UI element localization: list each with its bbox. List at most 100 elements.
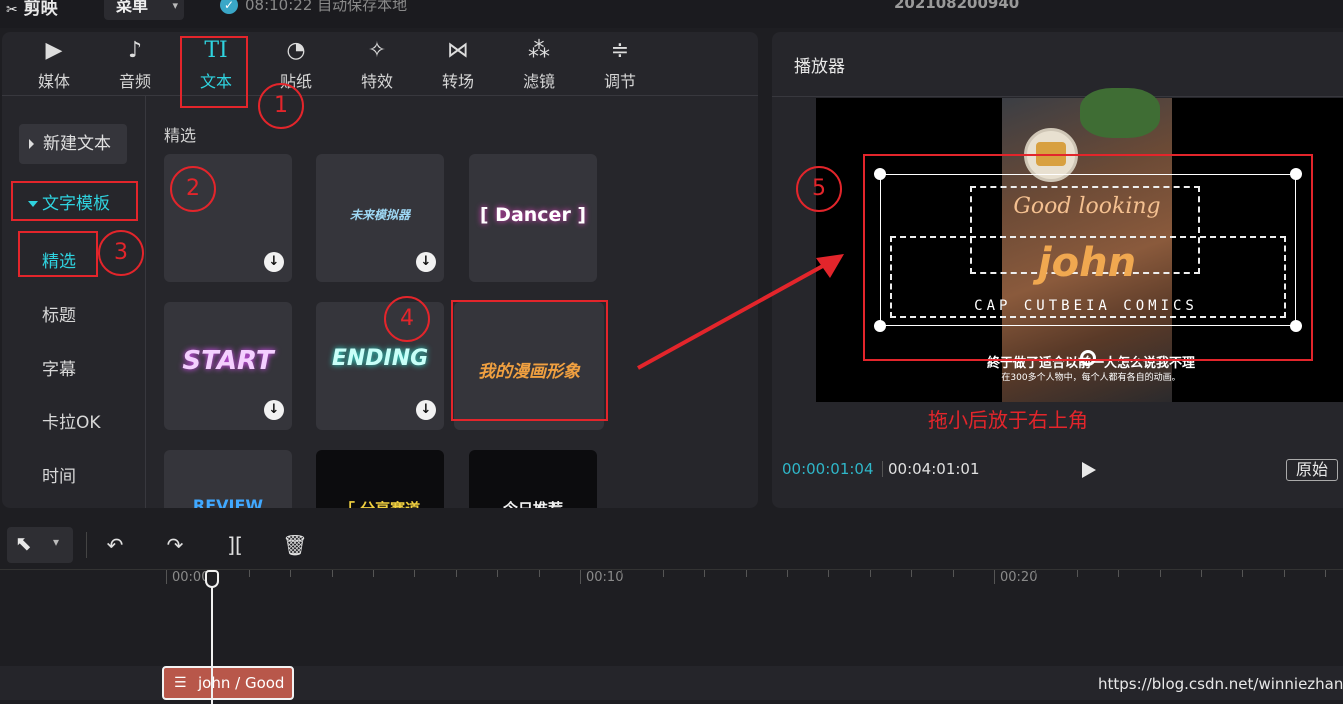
app-logo: ✂ 剪映 — [6, 0, 58, 19]
tab-effects[interactable]: ✧ 特效 — [337, 36, 417, 96]
ruler-tick — [538, 570, 540, 577]
play-icon[interactable] — [1082, 462, 1096, 478]
template-card[interactable]: START ↓ — [164, 302, 292, 430]
annotation-box-2 — [11, 181, 138, 221]
annotation-box-3 — [18, 231, 98, 277]
ruler-tick — [704, 570, 706, 577]
sidebar-item-title[interactable]: 标题 — [42, 301, 76, 326]
tab-adjust[interactable]: ≑ 调节 — [580, 36, 660, 96]
template-card[interactable]: [ Dancer ] — [469, 154, 597, 282]
menu-button[interactable]: 菜单 ▾ — [104, 0, 184, 20]
tab-media[interactable]: ▶ 媒体 — [14, 36, 94, 96]
autosave-status: 08:10:22 自动保存本地 — [245, 0, 408, 14]
ruler-tick — [911, 570, 913, 577]
ruler-tick — [621, 570, 623, 577]
divider — [882, 461, 883, 477]
template-card[interactable]: 今日推荐 — [469, 450, 597, 508]
ruler-tick — [952, 570, 954, 577]
ruler-tick — [662, 570, 664, 577]
split-icon[interactable]: ][ — [220, 530, 250, 560]
chevron-down-icon: ▾ — [172, 0, 178, 12]
ruler-tick — [580, 570, 581, 584]
ruler-tick — [1325, 570, 1327, 577]
adjust-icon: ≑ — [610, 38, 630, 63]
ruler-tick — [1201, 570, 1202, 577]
select-tool-button[interactable]: ⬉ ▾ — [7, 527, 73, 563]
text-clip-icon: ☰ — [174, 675, 187, 691]
cursor-icon: ⬉ — [15, 531, 32, 555]
redo-icon[interactable]: ↷ — [160, 530, 190, 560]
tab-transition[interactable]: ⋈ 转场 — [418, 36, 498, 96]
media-icon: ▶ — [45, 38, 63, 63]
playhead-handle[interactable] — [205, 570, 219, 588]
ruler-tick — [1118, 570, 1120, 577]
annotation-number: 5 — [796, 166, 842, 212]
time-ruler[interactable]: 00:00 00:10 00:20 — [0, 570, 1343, 590]
tab-filter[interactable]: ⁂ 滤镜 — [499, 36, 579, 96]
ruler-tick — [414, 570, 416, 577]
sticker-icon: ◔ — [286, 38, 306, 63]
watermark: https://blog.csdn.net/winniezhang — [1098, 675, 1343, 693]
ruler-tick — [290, 570, 292, 577]
ruler-tick — [497, 570, 499, 577]
sidebar-item-time[interactable]: 时间 — [42, 462, 76, 487]
transition-icon: ⋈ — [447, 38, 469, 63]
sidebar-item-subtitle[interactable]: 字幕 — [42, 355, 76, 380]
download-icon[interactable]: ↓ — [416, 252, 436, 272]
filter-icon: ⁂ — [528, 38, 550, 63]
annotation-arrow — [637, 254, 844, 370]
title-bar: ✂ 剪映 菜单 ▾ ✓ 08:10:22 自动保存本地 202108200940 — [0, 0, 1343, 28]
ruler-tick — [455, 570, 457, 577]
audio-icon: ♪ — [127, 38, 143, 63]
greens-image — [1080, 88, 1160, 138]
ruler-label: 00:00 — [172, 570, 210, 585]
section-title: 精选 — [164, 126, 197, 145]
download-icon[interactable]: ↓ — [416, 400, 436, 420]
annotation-box-1 — [180, 36, 248, 108]
ruler-tick — [248, 570, 250, 577]
playhead[interactable] — [211, 572, 213, 704]
new-text-button[interactable]: 新建文本 — [19, 124, 127, 164]
ruler-label: 00:10 — [586, 570, 624, 585]
player-title: 播放器 — [794, 57, 845, 77]
total-time: 00:04:01:01 — [888, 460, 980, 478]
template-card[interactable]: 未来模拟器 ↓ — [316, 154, 444, 282]
annotation-number: 2 — [170, 166, 216, 212]
sidebar-item-karaoke[interactable]: 卡拉OK — [42, 408, 101, 433]
ruler-tick — [331, 570, 333, 577]
annotation-number: 1 — [258, 83, 304, 129]
ruler-tick — [994, 570, 995, 584]
template-card[interactable]: REVIEW — [164, 450, 292, 508]
annotation-number: 3 — [98, 230, 144, 276]
undo-icon[interactable]: ↶ — [100, 530, 130, 560]
effects-icon: ✧ — [367, 38, 387, 63]
ruler-tick — [373, 570, 374, 577]
ruler-tick — [745, 570, 747, 577]
text-sidebar: 新建文本 文字模板 精选 标题 字幕 卡拉OK 时间 — [2, 96, 146, 508]
download-icon[interactable]: ↓ — [264, 252, 284, 272]
tab-audio[interactable]: ♪ 音频 — [95, 36, 175, 96]
video-subtitle-small: 在300多个人物中，每个人都有各自的动画。 — [1001, 373, 1181, 383]
ruler-tick — [1076, 570, 1078, 577]
divider — [86, 532, 87, 558]
ruler-tick — [166, 570, 167, 584]
aspect-ratio-button[interactable]: 原始 — [1286, 459, 1338, 481]
delete-icon[interactable]: 🗑 — [280, 530, 310, 560]
tab-bar: ▶ 媒体 ♪ 音频 TI 文本 ◔ 贴纸 ✧ 特效 ⋈ 转场 ⁂ 滤镜 ≑ 调节 — [2, 32, 758, 96]
ruler-tick — [787, 570, 788, 577]
timeline-toolbar: ⬉ ▾ ↶ ↷ ][ 🗑 — [0, 520, 1343, 570]
text-clip[interactable]: ☰ john / Good — [162, 666, 294, 700]
check-icon: ✓ — [220, 0, 238, 14]
template-card[interactable]: 「 分享赛道 — [316, 450, 444, 508]
project-name: 202108200940 — [894, 0, 1020, 12]
annotation-number: 4 — [384, 296, 430, 342]
current-time: 00:00:01:04 — [782, 460, 874, 478]
ruler-label: 00:20 — [1000, 570, 1038, 585]
ruler-tick — [1159, 570, 1161, 577]
ruler-tick — [828, 570, 830, 577]
ruler-tick — [1283, 570, 1285, 577]
annotation-box-4 — [451, 300, 608, 421]
chevron-down-icon: ▾ — [53, 535, 60, 549]
download-icon[interactable]: ↓ — [264, 400, 284, 420]
ruler-tick — [1035, 570, 1037, 577]
